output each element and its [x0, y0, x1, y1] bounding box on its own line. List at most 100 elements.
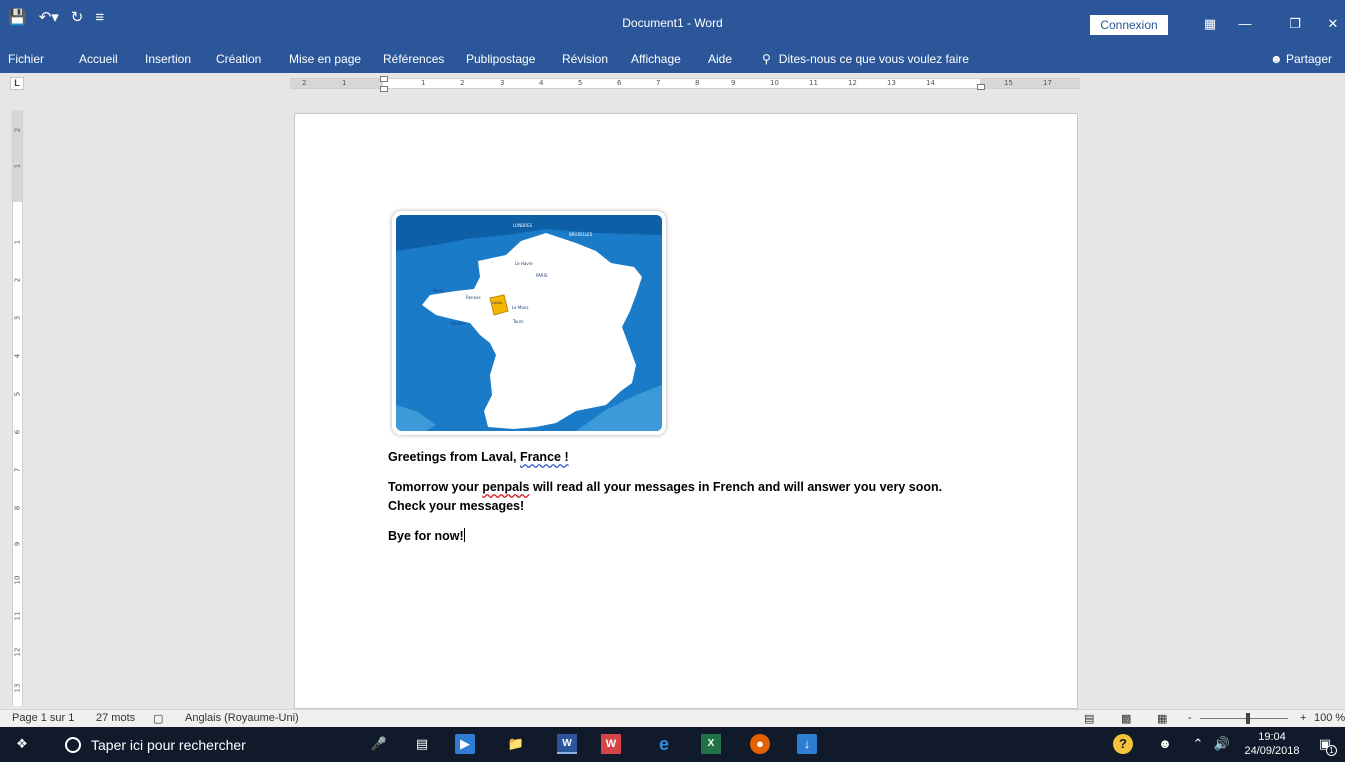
- tab-revision[interactable]: Révision: [562, 52, 608, 66]
- tab-aide[interactable]: Aide: [708, 52, 732, 66]
- map-label: Tours: [512, 319, 523, 324]
- firefox-icon[interactable]: ●: [750, 734, 770, 754]
- people-icon[interactable]: ☻: [1155, 734, 1175, 754]
- status-bar: Page 1 sur 1 27 mots ▢ Anglais (Royaume-…: [0, 709, 1345, 727]
- proofing-icon[interactable]: ▢: [153, 712, 163, 725]
- edge-browser-icon[interactable]: e: [654, 734, 674, 754]
- tab-fichier[interactable]: Fichier: [8, 52, 44, 66]
- france-map-graphic: LONDRES BRUXELLES Le Havre PARIS Brest R…: [396, 215, 662, 431]
- tell-me-box[interactable]: ⚲ Dites-nous ce que vous voulez faire: [762, 52, 969, 66]
- paragraph-greeting[interactable]: Greetings from Laval, France !: [388, 449, 1008, 466]
- ruler-tick: 10: [770, 79, 779, 87]
- right-indent-marker[interactable]: [977, 84, 985, 90]
- ruler-tick: 11: [809, 79, 818, 87]
- word-app-icon[interactable]: W: [557, 734, 577, 754]
- tab-publipostage[interactable]: Publipostage: [466, 52, 535, 66]
- zoom-level[interactable]: 100 %: [1314, 712, 1345, 724]
- clock-time: 19:04: [1258, 731, 1286, 743]
- read-mode-icon[interactable]: ▤: [1084, 712, 1094, 725]
- print-layout-icon[interactable]: ▩: [1121, 712, 1131, 725]
- tab-accueil[interactable]: Accueil: [79, 52, 118, 66]
- paragraph-check[interactable]: Check your messages!: [388, 498, 1008, 515]
- paragraph-bye[interactable]: Bye for now!: [388, 528, 1008, 545]
- excel-app-icon[interactable]: X: [701, 734, 721, 754]
- map-label: Rennes: [466, 295, 481, 300]
- ruler-tick: 5: [578, 79, 583, 87]
- zoom-in-button[interactable]: +: [1300, 712, 1306, 724]
- web-layout-icon[interactable]: ▦: [1157, 712, 1167, 725]
- tab-insertion[interactable]: Insertion: [145, 52, 191, 66]
- greeting-text: Greetings from Laval,: [388, 450, 520, 464]
- volume-icon[interactable]: 🔊: [1212, 734, 1232, 754]
- ruler-tick: 13: [13, 683, 22, 693]
- share-label: Partager: [1285, 52, 1333, 66]
- ruler-tick: 6: [13, 429, 22, 435]
- search-placeholder: Taper ici pour rechercher: [91, 736, 246, 753]
- tab-creation[interactable]: Création: [216, 52, 261, 66]
- cortana-icon: [65, 736, 81, 753]
- ribbon-display-icon[interactable]: ▦: [1190, 12, 1230, 36]
- media-app-icon[interactable]: ▶: [455, 734, 475, 754]
- tray-chevron-icon[interactable]: ⌃: [1188, 734, 1208, 754]
- restore-icon[interactable]: ❐: [1275, 12, 1315, 36]
- ruler-tick: 10: [13, 575, 22, 585]
- right-margin-area: [980, 79, 1080, 88]
- title-bar: 💾 ↶▾ ↻ ≡ Document1 - Word Connexion ▦ — …: [0, 0, 1345, 45]
- ruler-tick: 9: [731, 79, 736, 87]
- horizontal-ruler[interactable]: 2 1 1 2 3 4 5 6 7 8 9 10 11 12 13 14 15 …: [290, 78, 1080, 89]
- task-view-icon[interactable]: ▤: [412, 734, 432, 754]
- wps-app-icon[interactable]: W: [601, 734, 621, 754]
- share-button[interactable]: ☻ Partager: [1270, 52, 1332, 66]
- page-count[interactable]: Page 1 sur 1: [12, 712, 74, 724]
- clock-date: 24/09/2018: [1244, 745, 1300, 757]
- first-line-indent-marker[interactable]: [380, 76, 388, 82]
- ruler-tick: 2: [460, 79, 465, 87]
- message-text: Tomorrow your: [388, 480, 483, 494]
- tab-affichage[interactable]: Affichage: [631, 52, 681, 66]
- system-clock[interactable]: 19:04 24/09/2018: [1240, 730, 1304, 758]
- map-label: Le Mans: [512, 305, 528, 310]
- ruler-tick: 8: [13, 505, 22, 511]
- ribbon-tabs: Fichier Accueil Insertion Création Mise …: [0, 45, 1345, 73]
- zoom-out-button[interactable]: -: [1188, 712, 1192, 724]
- ruler-tick: 11: [13, 611, 22, 621]
- tab-mise-en-page[interactable]: Mise en page: [289, 52, 361, 66]
- ruler-tick: 13: [887, 79, 896, 87]
- language-indicator[interactable]: Anglais (Royaume-Uni): [185, 712, 299, 724]
- ruler-tick: 2: [13, 127, 22, 133]
- help-icon[interactable]: ?: [1113, 734, 1133, 754]
- word-count[interactable]: 27 mots: [96, 712, 135, 724]
- microphone-icon[interactable]: 🎤: [369, 734, 389, 754]
- map-label: PARIS: [536, 273, 548, 278]
- map-label: LAVAL: [492, 301, 503, 305]
- windows-start-icon[interactable]: ❖: [12, 734, 32, 754]
- tab-references[interactable]: Références: [383, 52, 444, 66]
- taskbar-search[interactable]: Taper ici pour rechercher: [55, 727, 360, 762]
- connexion-button[interactable]: Connexion: [1090, 15, 1168, 35]
- ruler-tick: 12: [848, 79, 857, 87]
- ruler-row: L 2 1 1 2 3 4 5 6 7 8 9 10 11 12 13 14 1…: [0, 73, 1345, 93]
- bye-text: Bye for now!: [388, 529, 464, 543]
- ruler-tick: 7: [13, 467, 22, 473]
- notification-center-icon[interactable]: ▣ 1: [1315, 734, 1337, 756]
- vertical-ruler[interactable]: 2 1 1 2 3 4 5 6 7 8 9 10 11 12 13: [12, 110, 23, 706]
- ruler-tick: 4: [13, 353, 22, 359]
- map-label: Brest: [433, 288, 444, 293]
- zoom-slider-track[interactable]: [1200, 718, 1288, 719]
- ruler-tick: 12: [13, 647, 22, 657]
- paragraph-message[interactable]: Tomorrow your penpals will read all your…: [388, 479, 1008, 496]
- minimize-icon[interactable]: —: [1225, 12, 1265, 36]
- left-indent-marker[interactable]: [380, 86, 388, 92]
- zoom-slider-thumb[interactable]: [1246, 713, 1250, 724]
- grammar-flagged-text: France !: [519, 450, 569, 464]
- map-label: Nantes: [451, 321, 465, 326]
- document-page[interactable]: LONDRES BRUXELLES Le Havre PARIS Brest R…: [294, 113, 1078, 709]
- ruler-tick: 6: [617, 79, 622, 87]
- map-image[interactable]: LONDRES BRUXELLES Le Havre PARIS Brest R…: [392, 211, 666, 435]
- ruler-tick: 9: [13, 541, 22, 547]
- file-explorer-icon[interactable]: 📁: [506, 734, 526, 754]
- person-icon: ☻: [1270, 52, 1283, 66]
- download-app-icon[interactable]: ↓: [797, 734, 817, 754]
- tab-selector[interactable]: L: [10, 77, 24, 90]
- close-icon[interactable]: ✕: [1313, 12, 1345, 36]
